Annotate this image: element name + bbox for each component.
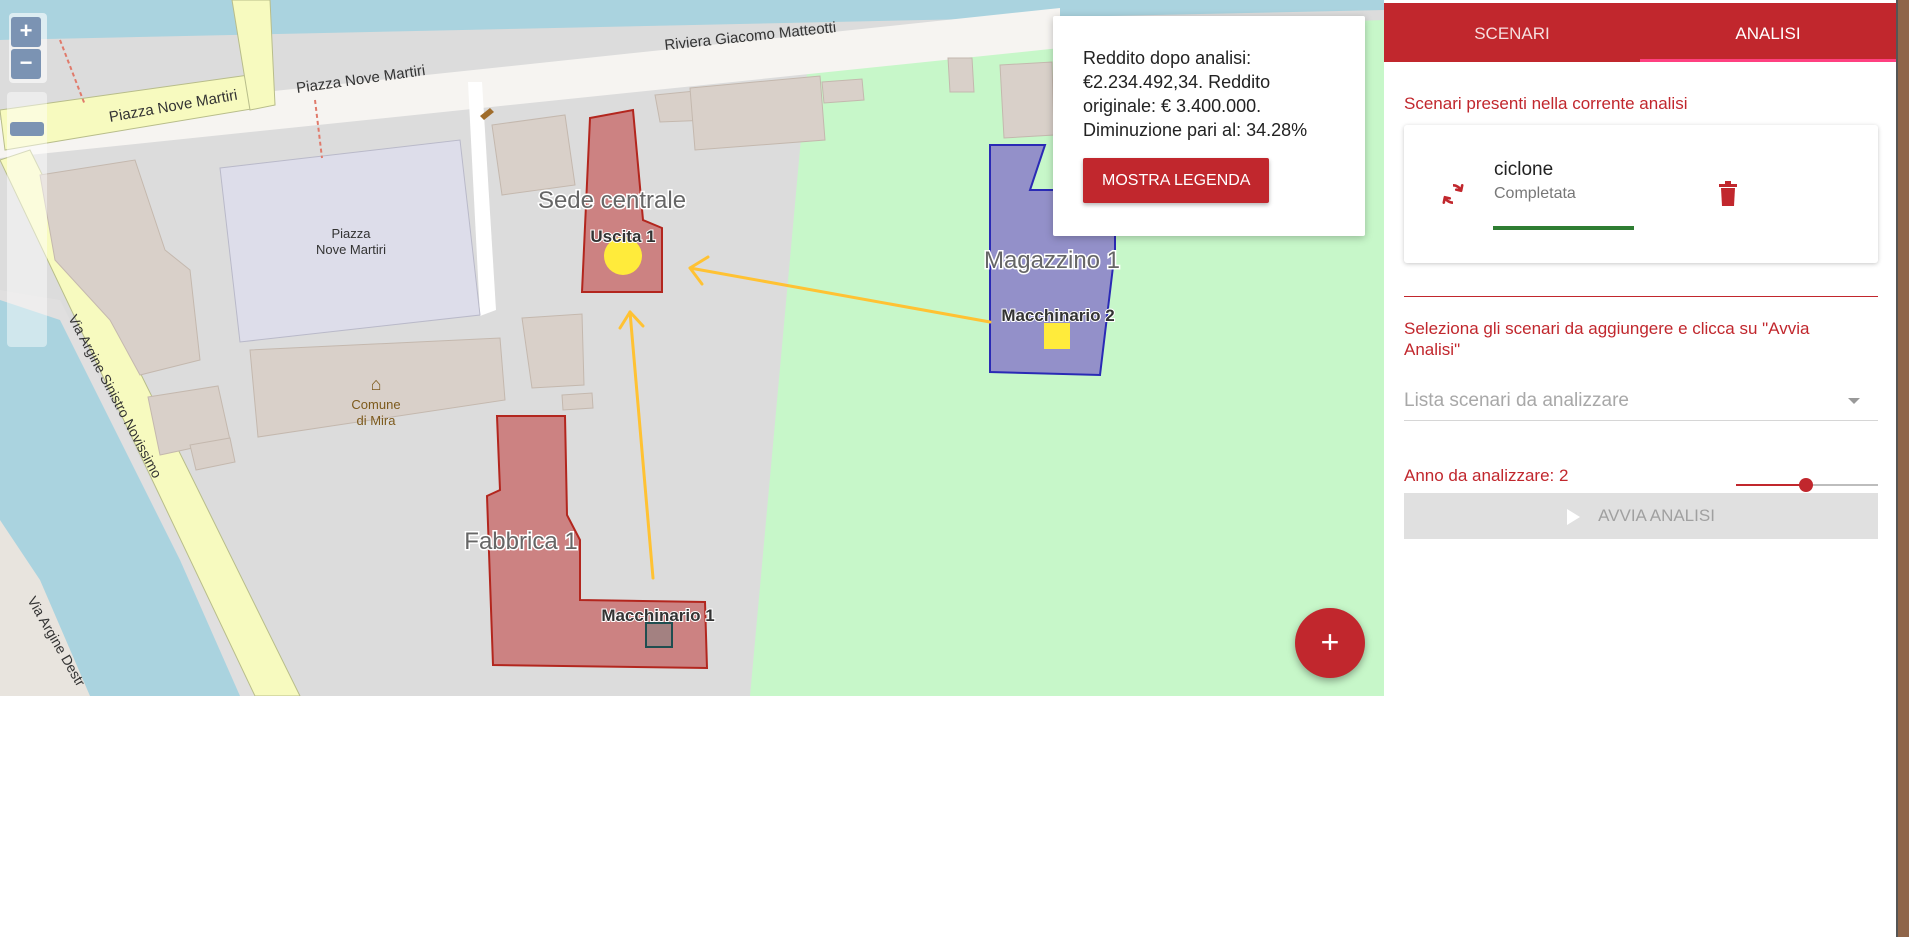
bldg-5 [521,313,585,389]
scenario-card: ciclone Completata [1404,125,1878,263]
zoom-control: + − [9,13,47,83]
place-label-piazza-1: Piazza [331,226,371,241]
scenario-progress-track [1493,226,1634,230]
label-macchinario-2: Macchinario 2 [1001,306,1114,325]
analysis-result-text: Reddito dopo analisi: €2.234.492,34. Red… [1083,46,1335,142]
map-view[interactable]: Piazza Nove Martiri Piazza Nove Martiri … [0,0,1384,696]
anno-label: Anno da analizzare: 2 [1404,466,1569,485]
zoom-slider-handle[interactable] [10,122,44,136]
label-macchinario-1: Macchinario 1 [601,606,714,625]
scenario-status: Completata [1494,185,1576,202]
info-line-4: Diminuzione pari al: 34.28% [1083,120,1308,140]
bldg-4 [491,114,576,196]
place-label-piazza-2: Nove Martiri [316,242,386,257]
add-fab-button[interactable]: + [1295,608,1365,678]
tab-analisi[interactable]: ANALISI [1640,3,1896,62]
town-hall-icon: ⌂ [371,374,382,394]
info-line-2: €2.234.492,34. Reddito [1083,72,1271,92]
tab-scenari[interactable]: SCENARI [1384,3,1640,62]
scenario-name: ciclone [1494,159,1554,180]
anno-slider-thumb[interactable] [1799,478,1813,492]
bldg-10 [947,57,975,93]
place-label-comune-2: di Mira [356,413,396,428]
label-sede-centrale: Sede centrale [538,187,686,214]
chevron-down-icon [1848,398,1860,404]
bldg-6 [561,392,594,411]
window-edge [1896,0,1909,937]
refresh-icon[interactable] [1440,181,1466,207]
side-panel: SCENARI ANALISI Scenari presenti nella c… [1384,0,1896,937]
zoom-out-button[interactable]: − [11,49,41,79]
play-icon [1567,508,1581,525]
info-line-1: Reddito dopo analisi: [1083,48,1252,68]
label-fabbrica-1: Fabbrica 1 [464,528,577,555]
anno-slider-fill [1736,484,1806,486]
zoom-in-button[interactable]: + [11,17,41,47]
place-label-comune-1: Comune [351,397,400,412]
scenari-select-placeholder: Lista scenari da analizzare [1404,390,1629,411]
avvia-analisi-button[interactable]: AVVIA ANALISI [1404,493,1878,539]
bldg-9 [821,78,865,104]
bldg-11 [999,61,1055,139]
panel-tabs: SCENARI ANALISI [1384,3,1896,62]
scenario-progress-bar [1493,226,1634,230]
show-legend-button[interactable]: MOSTRA LEGENDA [1083,158,1270,203]
bldg-8 [689,75,826,151]
trash-icon[interactable] [1717,181,1739,207]
select-instruction: Seleziona gli scenari da aggiungere e cl… [1404,319,1810,359]
scenari-select[interactable]: Lista scenari da analizzare [1404,376,1878,421]
section-divider [1404,296,1878,297]
label-magazzino-1: Magazzino 1 [984,247,1120,274]
analysis-info-card: Reddito dopo analisi: €2.234.492,34. Red… [1053,16,1365,236]
info-line-3: originale: € 3.400.000. [1083,96,1262,116]
avvia-analisi-label: AVVIA ANALISI [1598,506,1715,525]
marker-macchinario-2[interactable] [1044,323,1070,349]
marker-macchinario-1[interactable] [645,622,673,648]
scenari-section-label: Scenari presenti nella corrente analisi [1404,94,1688,113]
label-uscita-1: Uscita 1 [590,227,655,246]
piazza-square [219,139,481,343]
